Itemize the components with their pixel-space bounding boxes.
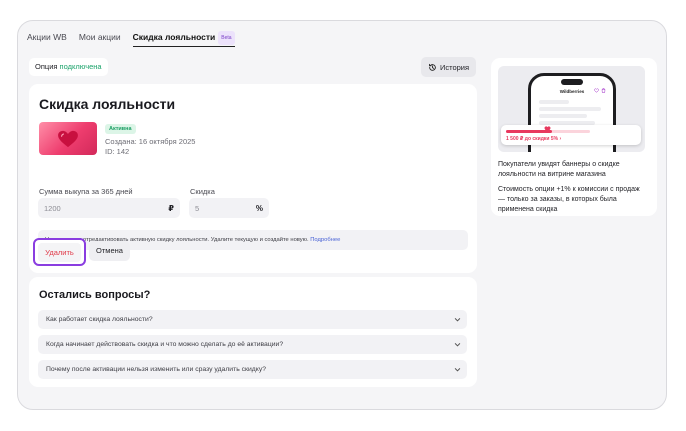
beta-badge: Beta bbox=[218, 31, 235, 45]
tab-label: Мои акции bbox=[78, 32, 121, 42]
amount-field[interactable]: 1200 ₽ bbox=[38, 198, 180, 218]
faq-card: Остались вопросы? Как работает скидка ло… bbox=[29, 277, 477, 387]
history-icon bbox=[429, 63, 436, 71]
placeholder-bar bbox=[539, 107, 601, 111]
tab-my-promotions[interactable]: Мои акции bbox=[79, 31, 121, 49]
promo-description: Покупатели увидят баннеры о скидке лояль… bbox=[498, 161, 620, 178]
faq-question: Когда начинает действовать скидка и что … bbox=[46, 341, 284, 348]
discount-label: Скидка bbox=[190, 187, 215, 196]
delete-button[interactable]: Удалить bbox=[33, 238, 86, 266]
ruble-unit: ₽ bbox=[168, 203, 174, 213]
delete-label: Удалить bbox=[38, 242, 81, 262]
tab-label: Акции WB bbox=[27, 32, 67, 42]
option-prefix: Опция bbox=[35, 62, 58, 71]
option-status: Опция подключена bbox=[29, 58, 108, 76]
history-label: История bbox=[439, 62, 470, 72]
amount-value: 1200 bbox=[44, 203, 61, 213]
faq-item[interactable]: Как работает скидка лояльности? bbox=[38, 310, 467, 329]
tabs-bar: Акции WB Мои акции Скидка лояльности Beta bbox=[27, 31, 235, 49]
heart-outline-icon bbox=[594, 88, 599, 93]
discount-value: 5 bbox=[195, 203, 200, 213]
banner-text: 1 500 ₽ до скидки 5% › bbox=[506, 136, 561, 142]
history-button[interactable]: История bbox=[421, 57, 476, 77]
tab-label: Скидка лояльности bbox=[132, 32, 216, 42]
tab-loyalty-discount[interactable]: Скидка лояльности Beta bbox=[132, 31, 235, 49]
discount-thumbnail bbox=[39, 122, 97, 155]
banner-label: 1 500 ₽ до скидки 5% bbox=[506, 136, 559, 142]
option-status-value: подключена bbox=[59, 62, 102, 71]
placeholder-bar bbox=[539, 114, 587, 118]
phone-notch bbox=[561, 79, 583, 85]
discount-field[interactable]: 5 % bbox=[189, 198, 269, 218]
chevron-down-icon bbox=[454, 343, 461, 347]
chevron-down-icon bbox=[454, 318, 461, 322]
bag-icon bbox=[601, 88, 606, 93]
faq-item[interactable]: Почему после активации нельзя изменить и… bbox=[38, 360, 467, 379]
faq-item[interactable]: Когда начинает действовать скидка и что … bbox=[38, 335, 467, 354]
heart-icon bbox=[544, 126, 551, 132]
amount-label: Сумма выкупа за 365 дней bbox=[39, 187, 133, 196]
placeholder-bar bbox=[539, 100, 569, 104]
tab-wb-promotions[interactable]: Акции WB bbox=[27, 31, 67, 49]
app-frame: Акции WB Мои акции Скидка лояльности Beta… bbox=[17, 20, 667, 410]
faq-question: Как работает скидка лояльности? bbox=[46, 316, 153, 323]
cancel-button[interactable]: Отмена bbox=[89, 241, 130, 261]
faq-title: Остались вопросы? bbox=[39, 289, 151, 301]
loyalty-banner: 1 500 ₽ до скидки 5% › bbox=[501, 125, 641, 145]
chevron-right-icon: › bbox=[559, 136, 562, 142]
promo-pricing: Стоимость опции +1% к комиссии с продаж … bbox=[498, 186, 640, 213]
created-date: Создана: 16 октября 2025 bbox=[105, 137, 196, 146]
status-badge: Активна bbox=[105, 124, 136, 134]
details-link[interactable]: Подробнее bbox=[310, 237, 340, 243]
discount-id: ID: 142 bbox=[105, 147, 130, 156]
promo-card: Wildberries 1 500 ₽ до скидки 5% › Покуп… bbox=[491, 58, 657, 216]
page-title: Скидка лояльности bbox=[39, 96, 176, 112]
percent-unit: % bbox=[255, 203, 263, 213]
heart-icon bbox=[58, 130, 78, 148]
faq-question: Почему после активации нельзя изменить и… bbox=[46, 366, 266, 373]
chevron-down-icon bbox=[454, 368, 461, 372]
promo-illustration: Wildberries 1 500 ₽ до скидки 5% › bbox=[498, 66, 645, 152]
